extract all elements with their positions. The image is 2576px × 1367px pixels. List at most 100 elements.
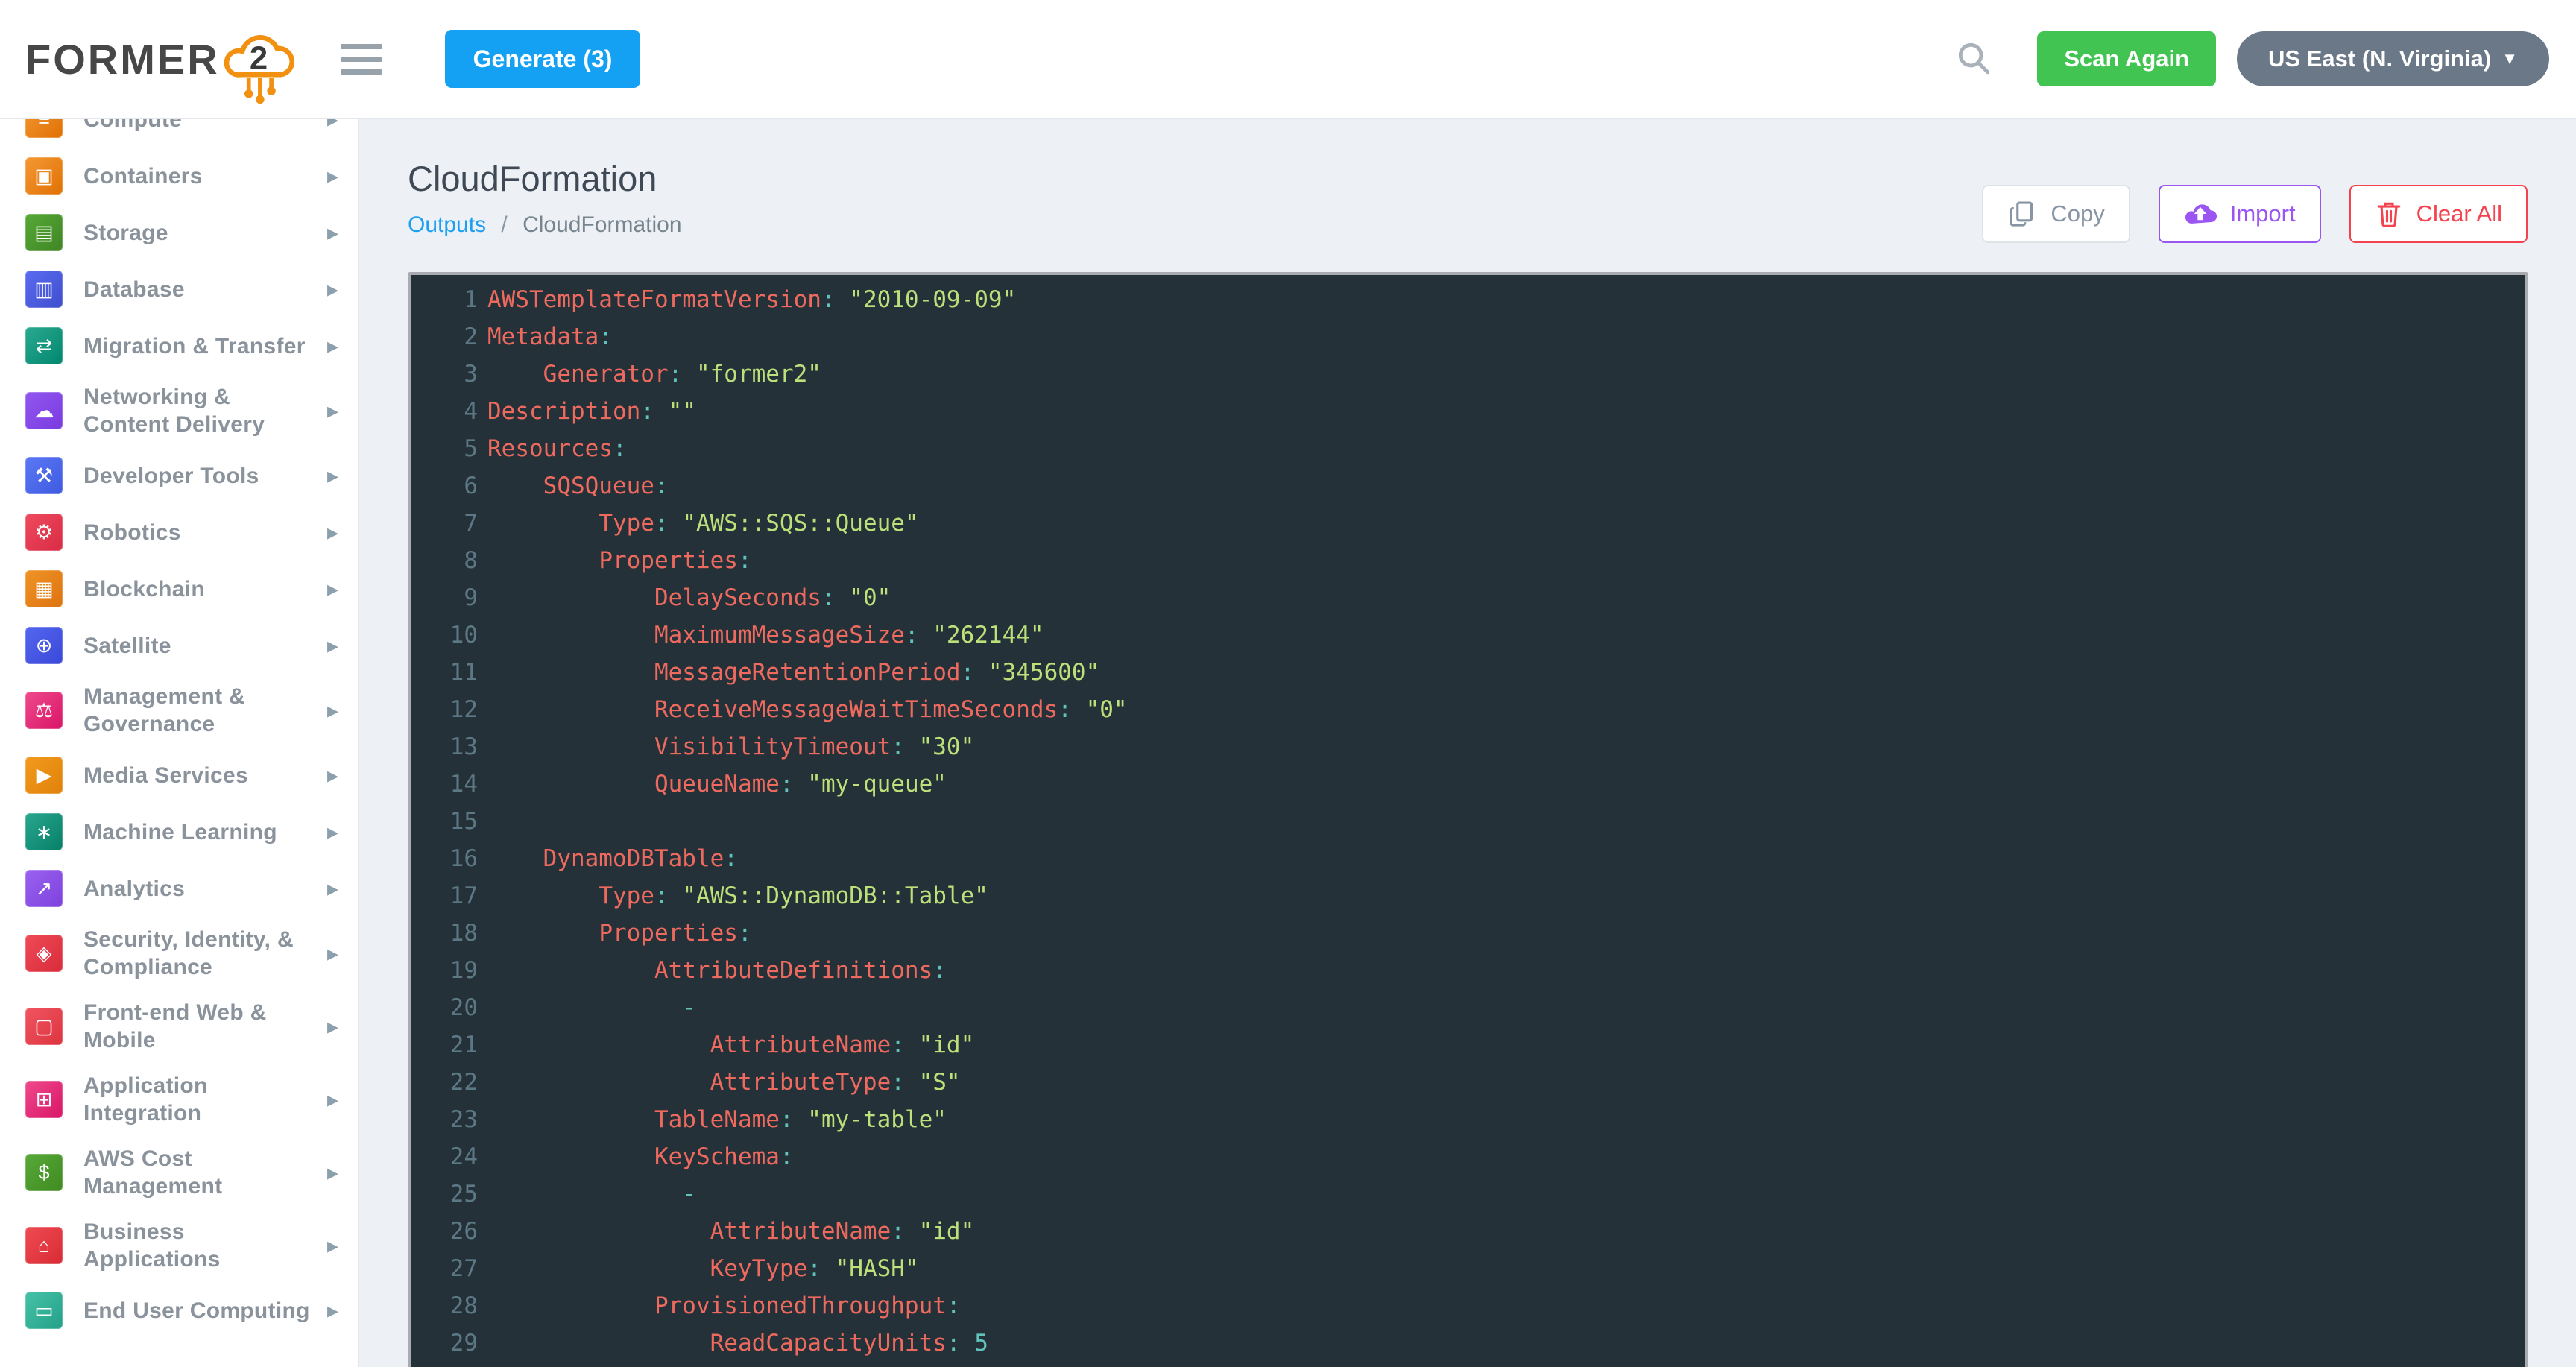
sidebar-item-label: Containers <box>83 162 321 190</box>
sidebar-item-front-end-web-mobile[interactable]: ▢ Front-end Web & Mobile▸ <box>0 990 358 1063</box>
sidebar-item-compute[interactable]: ≡ Compute ▸ <box>0 119 358 148</box>
sidebar-item-label: End User Computing <box>83 1297 321 1325</box>
code-line: 15 <box>411 803 2525 840</box>
robotics-icon: ⚙ <box>25 514 63 551</box>
chevron-right-icon: ▸ <box>327 698 338 724</box>
sidebar-item-label: Storage <box>83 219 321 247</box>
former2-logo[interactable]: FORMER 2 <box>25 12 294 106</box>
sidebar-item-management-governance[interactable]: ⚖Management & Governance▸ <box>0 674 358 747</box>
code-line: 17 Type: "AWS::DynamoDB::Table" <box>411 877 2525 915</box>
sidebar-menu: ≡ Compute ▸ ▣ Containers ▸ ▤ Storage ▸ ▥Database▸… <box>0 119 358 1339</box>
sidebar-item-label: Compute <box>83 119 321 133</box>
sidebar-item-containers[interactable]: ▣Containers▸ <box>0 148 358 204</box>
chevron-right-icon: ▸ <box>327 876 338 902</box>
copy-icon <box>2007 199 2037 229</box>
line-number: 19 <box>411 957 478 984</box>
scan-again-button[interactable]: Scan Again <box>2037 31 2216 86</box>
sidebar-item-machine-learning[interactable]: ∗Machine Learning▸ <box>0 804 358 860</box>
developer-tools-icon: ⚒ <box>25 457 63 494</box>
sidebar-item-label: Robotics <box>83 519 321 546</box>
former2-app: FORMER 2 Generate (3) <box>0 0 2576 1367</box>
sidebar-item-label: Business Applications <box>83 1218 321 1273</box>
code-editor[interactable]: 1AWSTemplateFormatVersion: "2010-09-09"2… <box>408 272 2528 1367</box>
line-number: 10 <box>411 622 478 648</box>
blockchain-icon: ▦ <box>25 570 63 607</box>
line-number: 6 <box>411 473 478 499</box>
services-sidebar: ≡ Compute ▸ ▣ Containers ▸ ▤ Storage ▸ ▥Database▸… <box>0 119 359 1367</box>
front-end-web-mobile-icon: ▢ <box>25 1008 63 1045</box>
code-line: 14 QueueName: "my-queue" <box>411 765 2525 803</box>
sidebar-item-satellite[interactable]: ⊕Satellite▸ <box>0 617 358 674</box>
code-line: 22 AttributeType: "S" <box>411 1064 2525 1101</box>
code-line: 12 ReceiveMessageWaitTimeSeconds: "0" <box>411 691 2525 728</box>
sidebar-item-migration-transfer[interactable]: ⇄ Migration & Transfer▸ <box>0 318 358 374</box>
sidebar-item-database[interactable]: ▥Database▸ <box>0 261 358 318</box>
chevron-right-icon: ▸ <box>327 119 338 133</box>
logo-badge-2: 2 <box>250 40 268 77</box>
chevron-right-icon: ▸ <box>327 1014 338 1040</box>
sidebar-item-application-integration[interactable]: ⊞Application Integration▸ <box>0 1063 358 1136</box>
line-number: 11 <box>411 659 478 686</box>
database-icon: ▥ <box>25 271 63 308</box>
chevron-down-icon: ▼ <box>2501 49 2518 69</box>
search-icon <box>1955 40 1994 78</box>
line-number: 25 <box>411 1181 478 1207</box>
sidebar-item-security-identity-compliance[interactable]: ◈Security, Identity, & Compliance▸ <box>0 917 358 990</box>
cloud-upload-icon <box>2184 198 2217 230</box>
sidebar-item-label: Media Services <box>83 762 321 789</box>
sidebar-item-label: Migration & Transfer <box>83 332 321 360</box>
sidebar-item-media-services[interactable]: ▶ Media Services▸ <box>0 747 358 804</box>
sidebar-item-label: Developer Tools <box>83 462 321 490</box>
code-line: 10 MaximumMessageSize: "262144" <box>411 616 2525 654</box>
media-services-icon: ▶ <box>25 757 63 794</box>
migration-transfer-icon: ⇄ <box>25 327 63 364</box>
sidebar-item-blockchain[interactable]: ▦Blockchain▸ <box>0 561 358 617</box>
code-line: 29 ReadCapacityUnits: 5 <box>411 1325 2525 1362</box>
code-line: 8 Properties: <box>411 542 2525 579</box>
line-number: 18 <box>411 920 478 947</box>
sidebar-item-business-applications[interactable]: ⌂Business Applications▸ <box>0 1209 358 1282</box>
compute-icon: ≡ <box>25 119 63 138</box>
machine-learning-icon: ∗ <box>25 813 63 850</box>
security-identity-compliance-icon: ◈ <box>25 935 63 972</box>
import-button[interactable]: Import <box>2159 185 2321 243</box>
sidebar-item-label: Front-end Web & Mobile <box>83 999 321 1054</box>
sidebar-item-robotics[interactable]: ⚙Robotics▸ <box>0 504 358 561</box>
line-number: 4 <box>411 398 478 425</box>
sidebar-item-end-user-computing[interactable]: ▭End User Computing▸ <box>0 1282 358 1339</box>
code-line: 13 VisibilityTimeout: "30" <box>411 728 2525 765</box>
application-integration-icon: ⊞ <box>25 1081 63 1118</box>
line-number: 21 <box>411 1032 478 1058</box>
line-number: 29 <box>411 1330 478 1357</box>
line-number: 26 <box>411 1218 478 1245</box>
chevron-right-icon: ▸ <box>327 463 338 489</box>
generate-button[interactable]: Generate (3) <box>445 30 641 88</box>
line-number: 23 <box>411 1106 478 1133</box>
output-actions: Copy Import <box>1982 185 2528 243</box>
code-line: 18 Properties: <box>411 915 2525 952</box>
code-line: 19 AttributeDefinitions: <box>411 952 2525 989</box>
line-number: 14 <box>411 771 478 798</box>
region-selector[interactable]: US East (N. Virginia) ▼ <box>2237 31 2549 86</box>
search-button[interactable] <box>1955 40 1994 78</box>
sidebar-item-developer-tools[interactable]: ⚒ Developer Tools▸ <box>0 447 358 504</box>
copy-button[interactable]: Copy <box>1982 185 2130 243</box>
code-line: 4Description: "" <box>411 393 2525 430</box>
chevron-right-icon: ▸ <box>327 1087 338 1113</box>
chevron-right-icon: ▸ <box>327 763 338 789</box>
containers-icon: ▣ <box>25 157 63 195</box>
satellite-icon: ⊕ <box>25 627 63 664</box>
chevron-right-icon: ▸ <box>327 333 338 359</box>
sidebar-item-storage[interactable]: ▤Storage▸ <box>0 204 358 261</box>
line-number: 24 <box>411 1143 478 1170</box>
code-line: 25 - <box>411 1175 2525 1213</box>
sidebar-item-aws-cost-management[interactable]: $AWS Cost Management▸ <box>0 1136 358 1209</box>
sidebar-item-analytics[interactable]: ↗Analytics▸ <box>0 860 358 917</box>
sidebar-item-networking-content-delivery[interactable]: ☁Networking & Content Delivery▸ <box>0 374 358 447</box>
hamburger-menu-icon[interactable] <box>341 44 382 75</box>
clear-all-button[interactable]: Clear All <box>2349 185 2528 243</box>
breadcrumb-outputs-link[interactable]: Outputs <box>408 212 486 237</box>
line-number: 8 <box>411 547 478 574</box>
storage-icon: ▤ <box>25 214 63 251</box>
chevron-right-icon: ▸ <box>327 941 338 967</box>
